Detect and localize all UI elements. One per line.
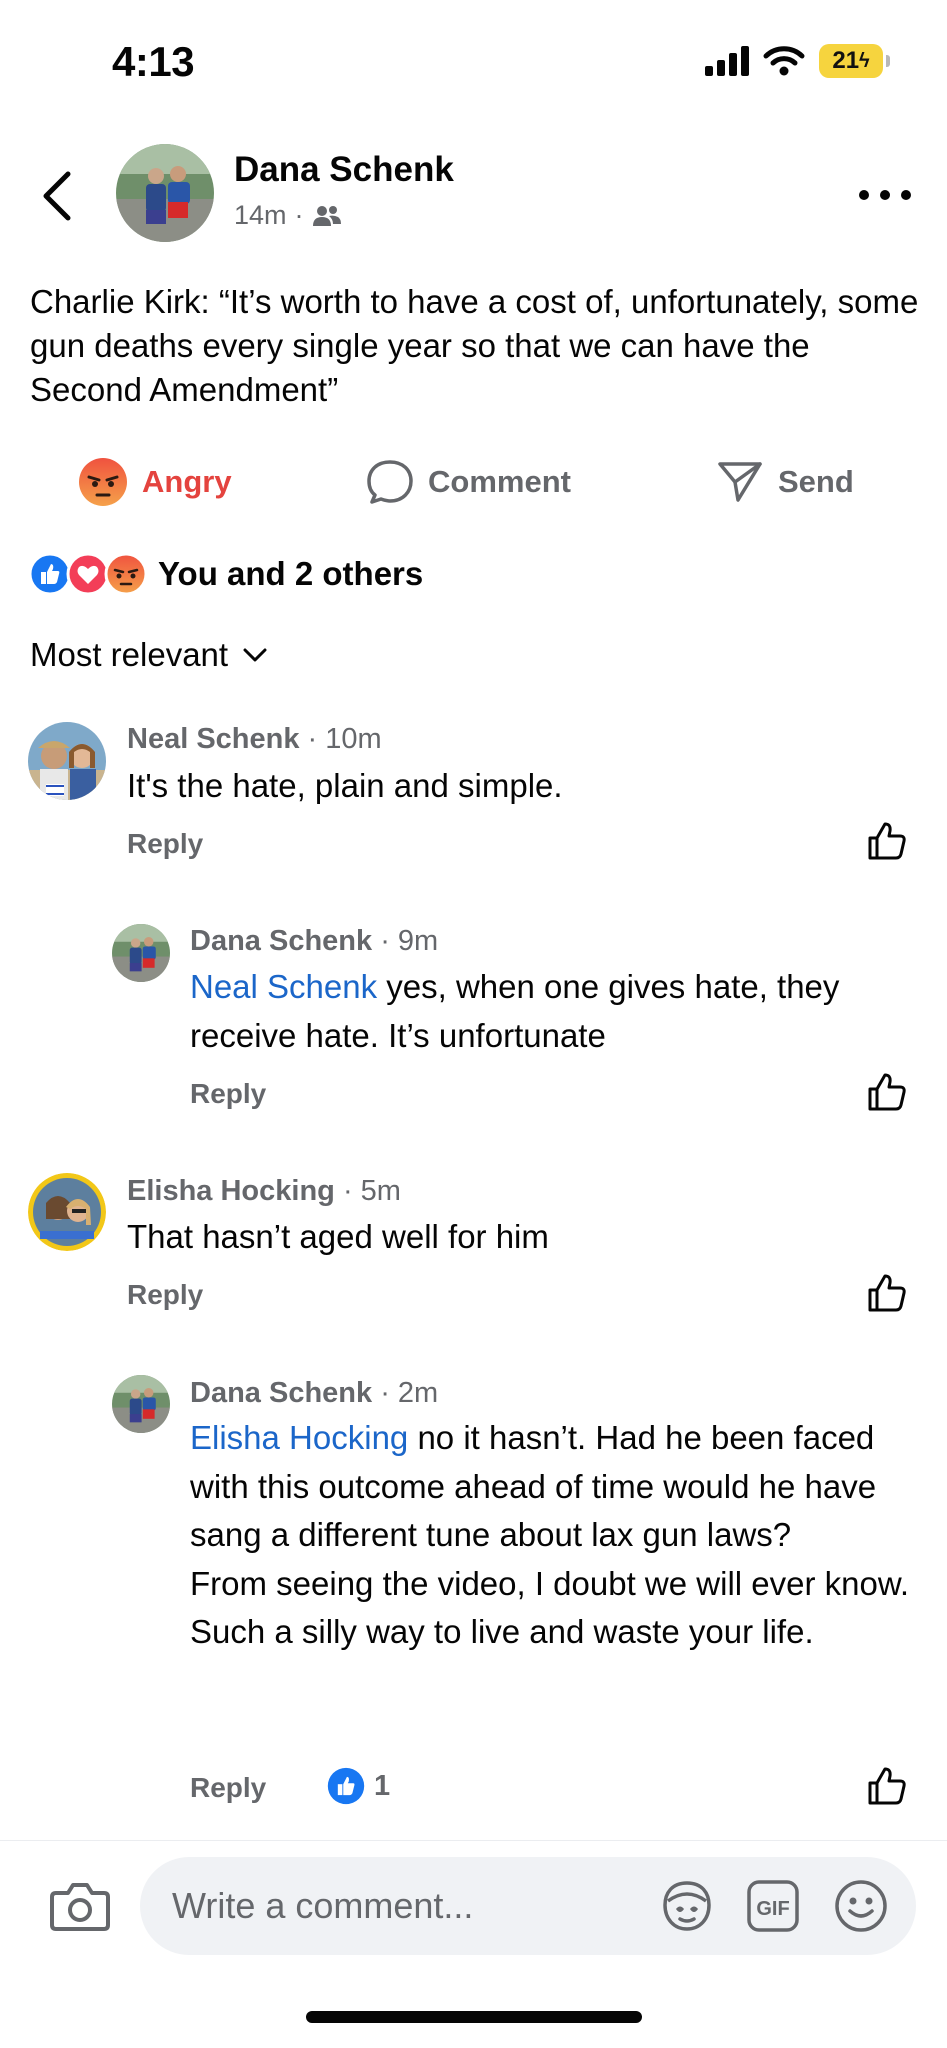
chevron-down-icon (243, 648, 267, 662)
wifi-icon (763, 46, 805, 76)
reactions-summary-text: You and 2 others (158, 555, 424, 592)
reply-button[interactable]: Reply (190, 1078, 266, 1110)
comment-sort-dropdown[interactable]: Most relevant (30, 636, 268, 674)
angry-icon (104, 552, 148, 596)
dot (901, 190, 911, 200)
svg-text:GIF: GIF (756, 1898, 789, 1920)
comment-text: That hasn’t aged well for him (127, 1213, 917, 1262)
thumbs-up-icon[interactable] (866, 1272, 908, 1314)
comment-header: Neal Schenk · 10m (127, 723, 382, 756)
author-avatar[interactable] (116, 144, 214, 242)
send-icon (718, 462, 762, 502)
like-icon (327, 1767, 365, 1805)
comment-like-count[interactable]: 1 (326, 1766, 390, 1806)
status-time: 4:13 (112, 38, 195, 85)
reply-button[interactable]: Reply (190, 1772, 266, 1804)
sort-label: Most relevant (30, 636, 229, 673)
home-indicator[interactable] (306, 2011, 642, 2023)
cellular-signal-icon (705, 46, 749, 76)
comment-text: Elisha Hocking no it hasn’t. Had he been… (190, 1414, 910, 1657)
commenter-name[interactable]: Dana Schenk (190, 925, 372, 957)
angry-reaction-button[interactable]: Angry (78, 450, 232, 514)
emoji-icon[interactable] (832, 1877, 890, 1935)
comment-label: Comment (428, 464, 571, 499)
dot (880, 190, 890, 200)
commenter-name[interactable]: Neal Schenk (127, 723, 299, 755)
author-name[interactable]: Dana Schenk (234, 150, 454, 190)
reply-button[interactable]: Reply (127, 1279, 203, 1311)
comment-button[interactable]: Comment (366, 450, 571, 514)
post-time[interactable]: 14m (234, 200, 287, 231)
more-options-button[interactable] (859, 180, 911, 210)
comment-text: It's the hate, plain and simple. (127, 762, 917, 811)
commenter-avatar[interactable] (112, 1375, 170, 1433)
camera-icon[interactable] (50, 1879, 110, 1933)
charging-bolt-icon: ϟ (859, 49, 870, 72)
comment-text-content: That hasn’t aged well for him (127, 1218, 549, 1255)
comment-bubble-icon (367, 460, 413, 504)
mention-link[interactable]: Neal Schenk (190, 968, 377, 1005)
send-label: Send (778, 464, 854, 499)
post-header: Dana Schenk 14m · (0, 140, 947, 250)
comment-text: Neal Schenk yes, when one gives hate, th… (190, 963, 930, 1060)
comment-text-continued: From seeing the video, I doubt we will e… (190, 1564, 910, 1651)
like-count-value: 1 (374, 1769, 391, 1802)
back-arrow-icon[interactable] (36, 168, 80, 224)
comment-composer: GIF (0, 1840, 947, 1970)
battery-level: 21 (832, 47, 860, 74)
comment-time: · 5m (342, 1175, 401, 1207)
avatar-sticker-icon[interactable] (658, 1877, 716, 1935)
commenter-avatar[interactable] (112, 924, 170, 982)
thumbs-up-icon[interactable] (866, 820, 908, 862)
thumbs-up-icon[interactable] (866, 1765, 908, 1807)
comment-header: Dana Schenk · 2m (190, 1377, 438, 1410)
comment-header: Elisha Hocking · 5m (127, 1175, 401, 1208)
post-action-bar: Angry Comment Send (0, 450, 947, 514)
comment-time: · 10m (307, 723, 382, 755)
reply-button[interactable]: Reply (127, 828, 203, 860)
mention-link[interactable]: Elisha Hocking (190, 1419, 408, 1456)
send-button[interactable]: Send (716, 450, 854, 514)
thumbs-up-icon[interactable] (866, 1071, 908, 1113)
commenter-avatar[interactable] (28, 722, 106, 800)
dot (859, 190, 869, 200)
status-bar: 4:13 21 ϟ (0, 0, 947, 120)
comment-time: · 9m (380, 925, 439, 957)
angry-icon (79, 458, 127, 506)
commenter-name[interactable]: Elisha Hocking (127, 1175, 335, 1207)
battery-indicator: 21 ϟ (819, 44, 890, 78)
status-icons: 21 ϟ (705, 44, 890, 78)
commenter-name[interactable]: Dana Schenk (190, 1377, 372, 1409)
meta-separator: · (294, 200, 304, 230)
reactions-summary[interactable]: You and 2 others (28, 552, 423, 596)
post-meta: 14m · (234, 200, 342, 231)
comment-time: · 2m (380, 1377, 439, 1409)
post-text: Charlie Kirk: “It’s worth to have a cost… (30, 283, 919, 408)
gif-icon[interactable]: GIF (744, 1877, 802, 1935)
angry-label: Angry (142, 464, 232, 499)
friends-icon (312, 205, 341, 226)
commenter-avatar[interactable] (28, 1173, 106, 1251)
comment-text-content: It's the hate, plain and simple. (127, 767, 563, 804)
reaction-icons (28, 552, 148, 596)
comment-header: Dana Schenk · 9m (190, 925, 438, 958)
